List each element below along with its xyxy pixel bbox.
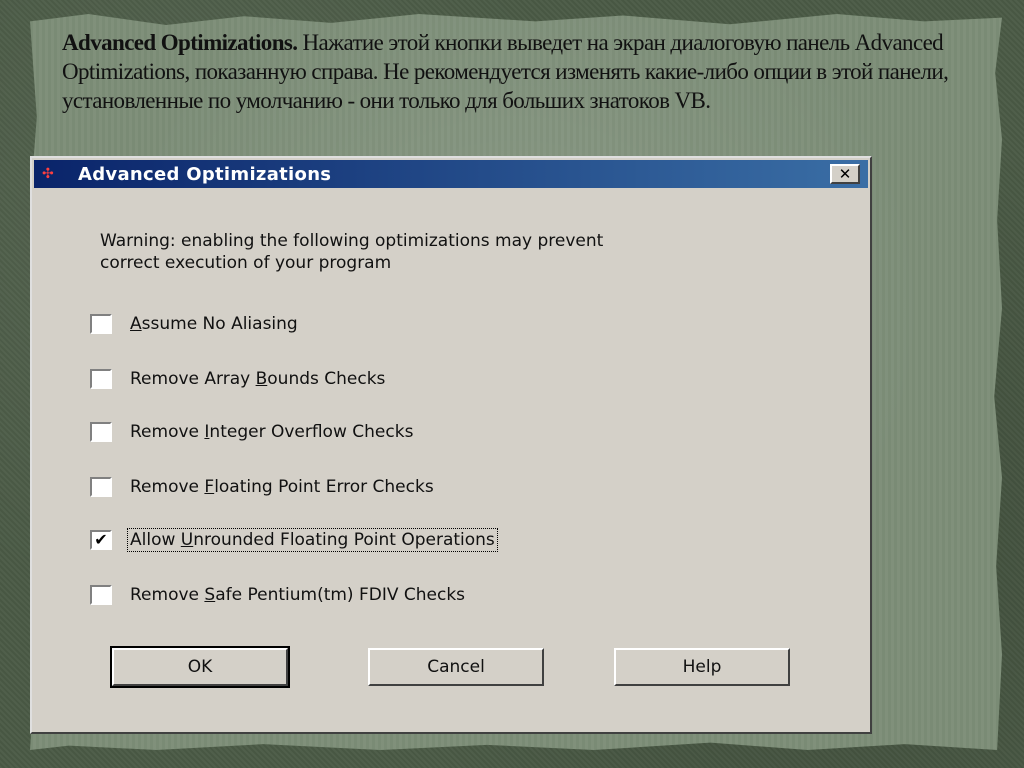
advanced-optimizations-dialog: ✣ Advanced Optimizations ✕ Warning: enab…	[30, 156, 872, 734]
option-label: Remove Integer Overflow Checks	[130, 422, 414, 442]
dialog-titlebar[interactable]: ✣ Advanced Optimizations ✕	[34, 160, 868, 188]
checkbox[interactable]	[90, 369, 112, 389]
checkbox-checked[interactable]: ✔	[90, 530, 112, 550]
dialog-title: Advanced Optimizations	[78, 164, 332, 185]
check-mark-icon: ✔	[94, 530, 108, 549]
ok-button[interactable]: OK	[110, 646, 290, 688]
option-allow-unrounded-floating-point[interactable]: ✔ Allow Unrounded Floating Point Operati…	[90, 528, 498, 552]
option-label: Remove Floating Point Error Checks	[130, 477, 434, 497]
option-label: Allow Unrounded Floating Point Operation…	[127, 528, 498, 552]
checkbox[interactable]	[90, 422, 112, 442]
option-label: Assume No Aliasing	[130, 314, 298, 334]
slide-heading: Advanced Optimizations. Нажатие этой кно…	[62, 28, 982, 115]
warning-line-1: Warning: enabling the following optimiza…	[100, 231, 604, 251]
option-assume-no-aliasing[interactable]: Assume No Aliasing	[90, 313, 300, 335]
cancel-button[interactable]: Cancel	[368, 648, 544, 686]
warning-line-2: correct execution of your program	[100, 253, 392, 273]
help-button[interactable]: Help	[614, 648, 790, 686]
app-icon: ✣	[42, 166, 54, 182]
option-remove-floating-point-error-checks[interactable]: Remove Floating Point Error Checks	[90, 476, 436, 498]
close-button[interactable]: ✕	[830, 164, 860, 184]
heading-bold-text: Advanced Optimizations.	[62, 30, 298, 55]
option-label: Remove Safe Pentium(tm) FDIV Checks	[130, 585, 466, 605]
option-label: Remove Array Bounds Checks	[130, 369, 386, 389]
option-remove-integer-overflow-checks[interactable]: Remove Integer Overflow Checks	[90, 421, 415, 443]
close-icon: ✕	[838, 165, 852, 183]
checkbox[interactable]	[90, 477, 112, 497]
option-remove-safe-pentium-fdiv-checks[interactable]: Remove Safe Pentium(tm) FDIV Checks	[90, 584, 467, 606]
option-remove-array-bounds-checks[interactable]: Remove Array Bounds Checks	[90, 368, 387, 390]
checkbox[interactable]	[90, 585, 112, 605]
warning-text: Warning: enabling the following optimiza…	[100, 230, 800, 274]
checkbox[interactable]	[90, 314, 112, 334]
